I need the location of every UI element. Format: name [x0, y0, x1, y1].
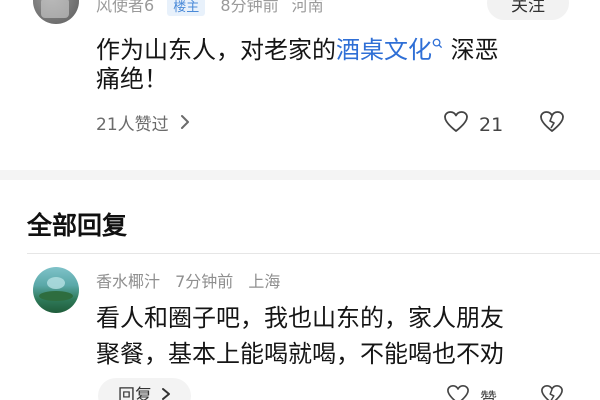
heart-icon: [446, 384, 470, 400]
reply-text-line1: 看人和圈子吧，我也山东的，家人朋友: [96, 304, 504, 332]
topic-link-text: 酒桌文化: [336, 36, 432, 64]
broken-heart-icon: [540, 384, 564, 400]
comment-text-part: 作为山东人，对老家的: [96, 36, 336, 64]
divider: [27, 253, 600, 254]
reply-dislike-button[interactable]: [540, 384, 564, 400]
section-divider: [0, 170, 600, 180]
broken-heart-icon: [539, 110, 565, 139]
chevron-right-icon: [179, 111, 191, 135]
reply-like-button[interactable]: 赞: [446, 384, 497, 400]
follow-button[interactable]: 关注: [487, 0, 569, 20]
comment-location: 河南: [291, 0, 324, 15]
reply-time: 7分钟前: [175, 272, 234, 291]
search-icon: [432, 38, 443, 52]
like-button[interactable]: 21: [443, 110, 503, 139]
reply-text-line2: 聚餐，基本上能喝就喝，不能喝也不劝: [96, 340, 504, 368]
topic-link[interactable]: 酒桌文化: [336, 36, 443, 64]
chevron-right-icon: [161, 378, 171, 400]
reply-button-label: 回复: [118, 386, 152, 400]
comment-text-part: 深恶: [443, 36, 499, 64]
avatar[interactable]: [33, 267, 79, 313]
author-name[interactable]: 香水椰汁: [96, 272, 160, 291]
liked-by-link[interactable]: 21人赞过: [96, 110, 191, 135]
section-title: 全部回复: [27, 211, 128, 240]
heart-icon: [443, 110, 469, 139]
reply-meta: 香水椰汁 7分钟前 上海: [96, 268, 290, 292]
comment-text-line2: 痛绝！: [96, 65, 168, 93]
author-badge: 楼主: [167, 0, 206, 16]
dislike-button[interactable]: [539, 110, 565, 139]
reply-button[interactable]: 回复: [98, 378, 191, 400]
reply-location: 上海: [248, 272, 281, 291]
comment-meta: 风使者6 楼主 8分钟前 河南: [96, 0, 324, 16]
liked-by-text: 21人赞过: [96, 115, 169, 135]
avatar[interactable]: [33, 0, 79, 24]
author-name[interactable]: 风使者6: [96, 0, 154, 15]
like-label: 赞: [480, 390, 497, 400]
like-count: 21: [479, 113, 504, 136]
comment-time: 8分钟前: [220, 0, 279, 15]
